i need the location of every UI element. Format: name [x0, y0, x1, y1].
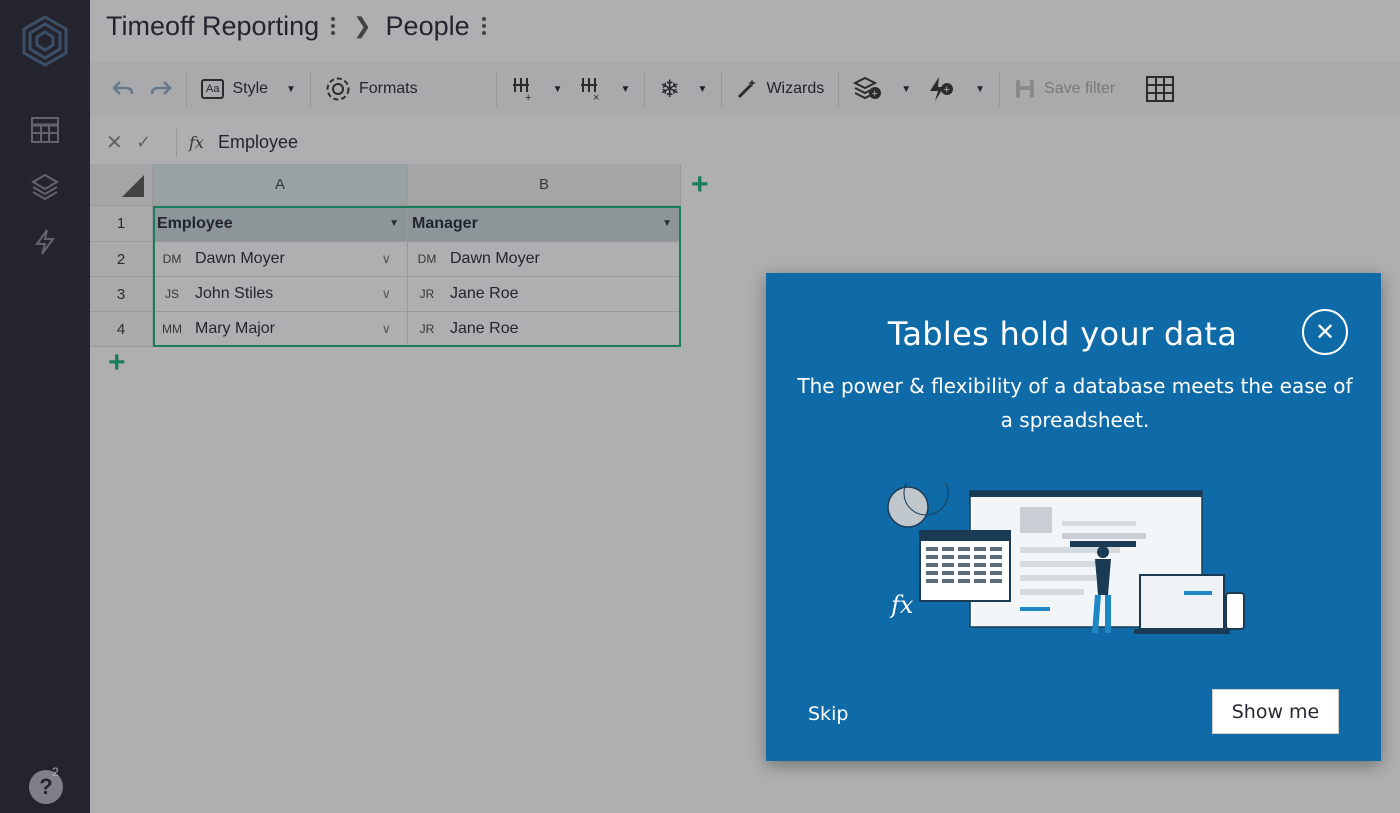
skip-button[interactable]: Skip — [808, 703, 848, 725]
show-me-button[interactable]: Show me — [1212, 689, 1339, 734]
close-icon: ✕ — [1314, 318, 1336, 346]
tables-illustration: fx — [887, 483, 1245, 634]
modal-body: The power & flexibility of a database me… — [797, 374, 1353, 432]
fx-illustration-label: fx — [889, 591, 914, 619]
onboarding-modal: Tables hold your data ✕ The power & flex… — [766, 273, 1381, 761]
modal-title: Tables hold your data — [887, 315, 1238, 353]
close-button[interactable]: ✕ — [1302, 309, 1348, 355]
